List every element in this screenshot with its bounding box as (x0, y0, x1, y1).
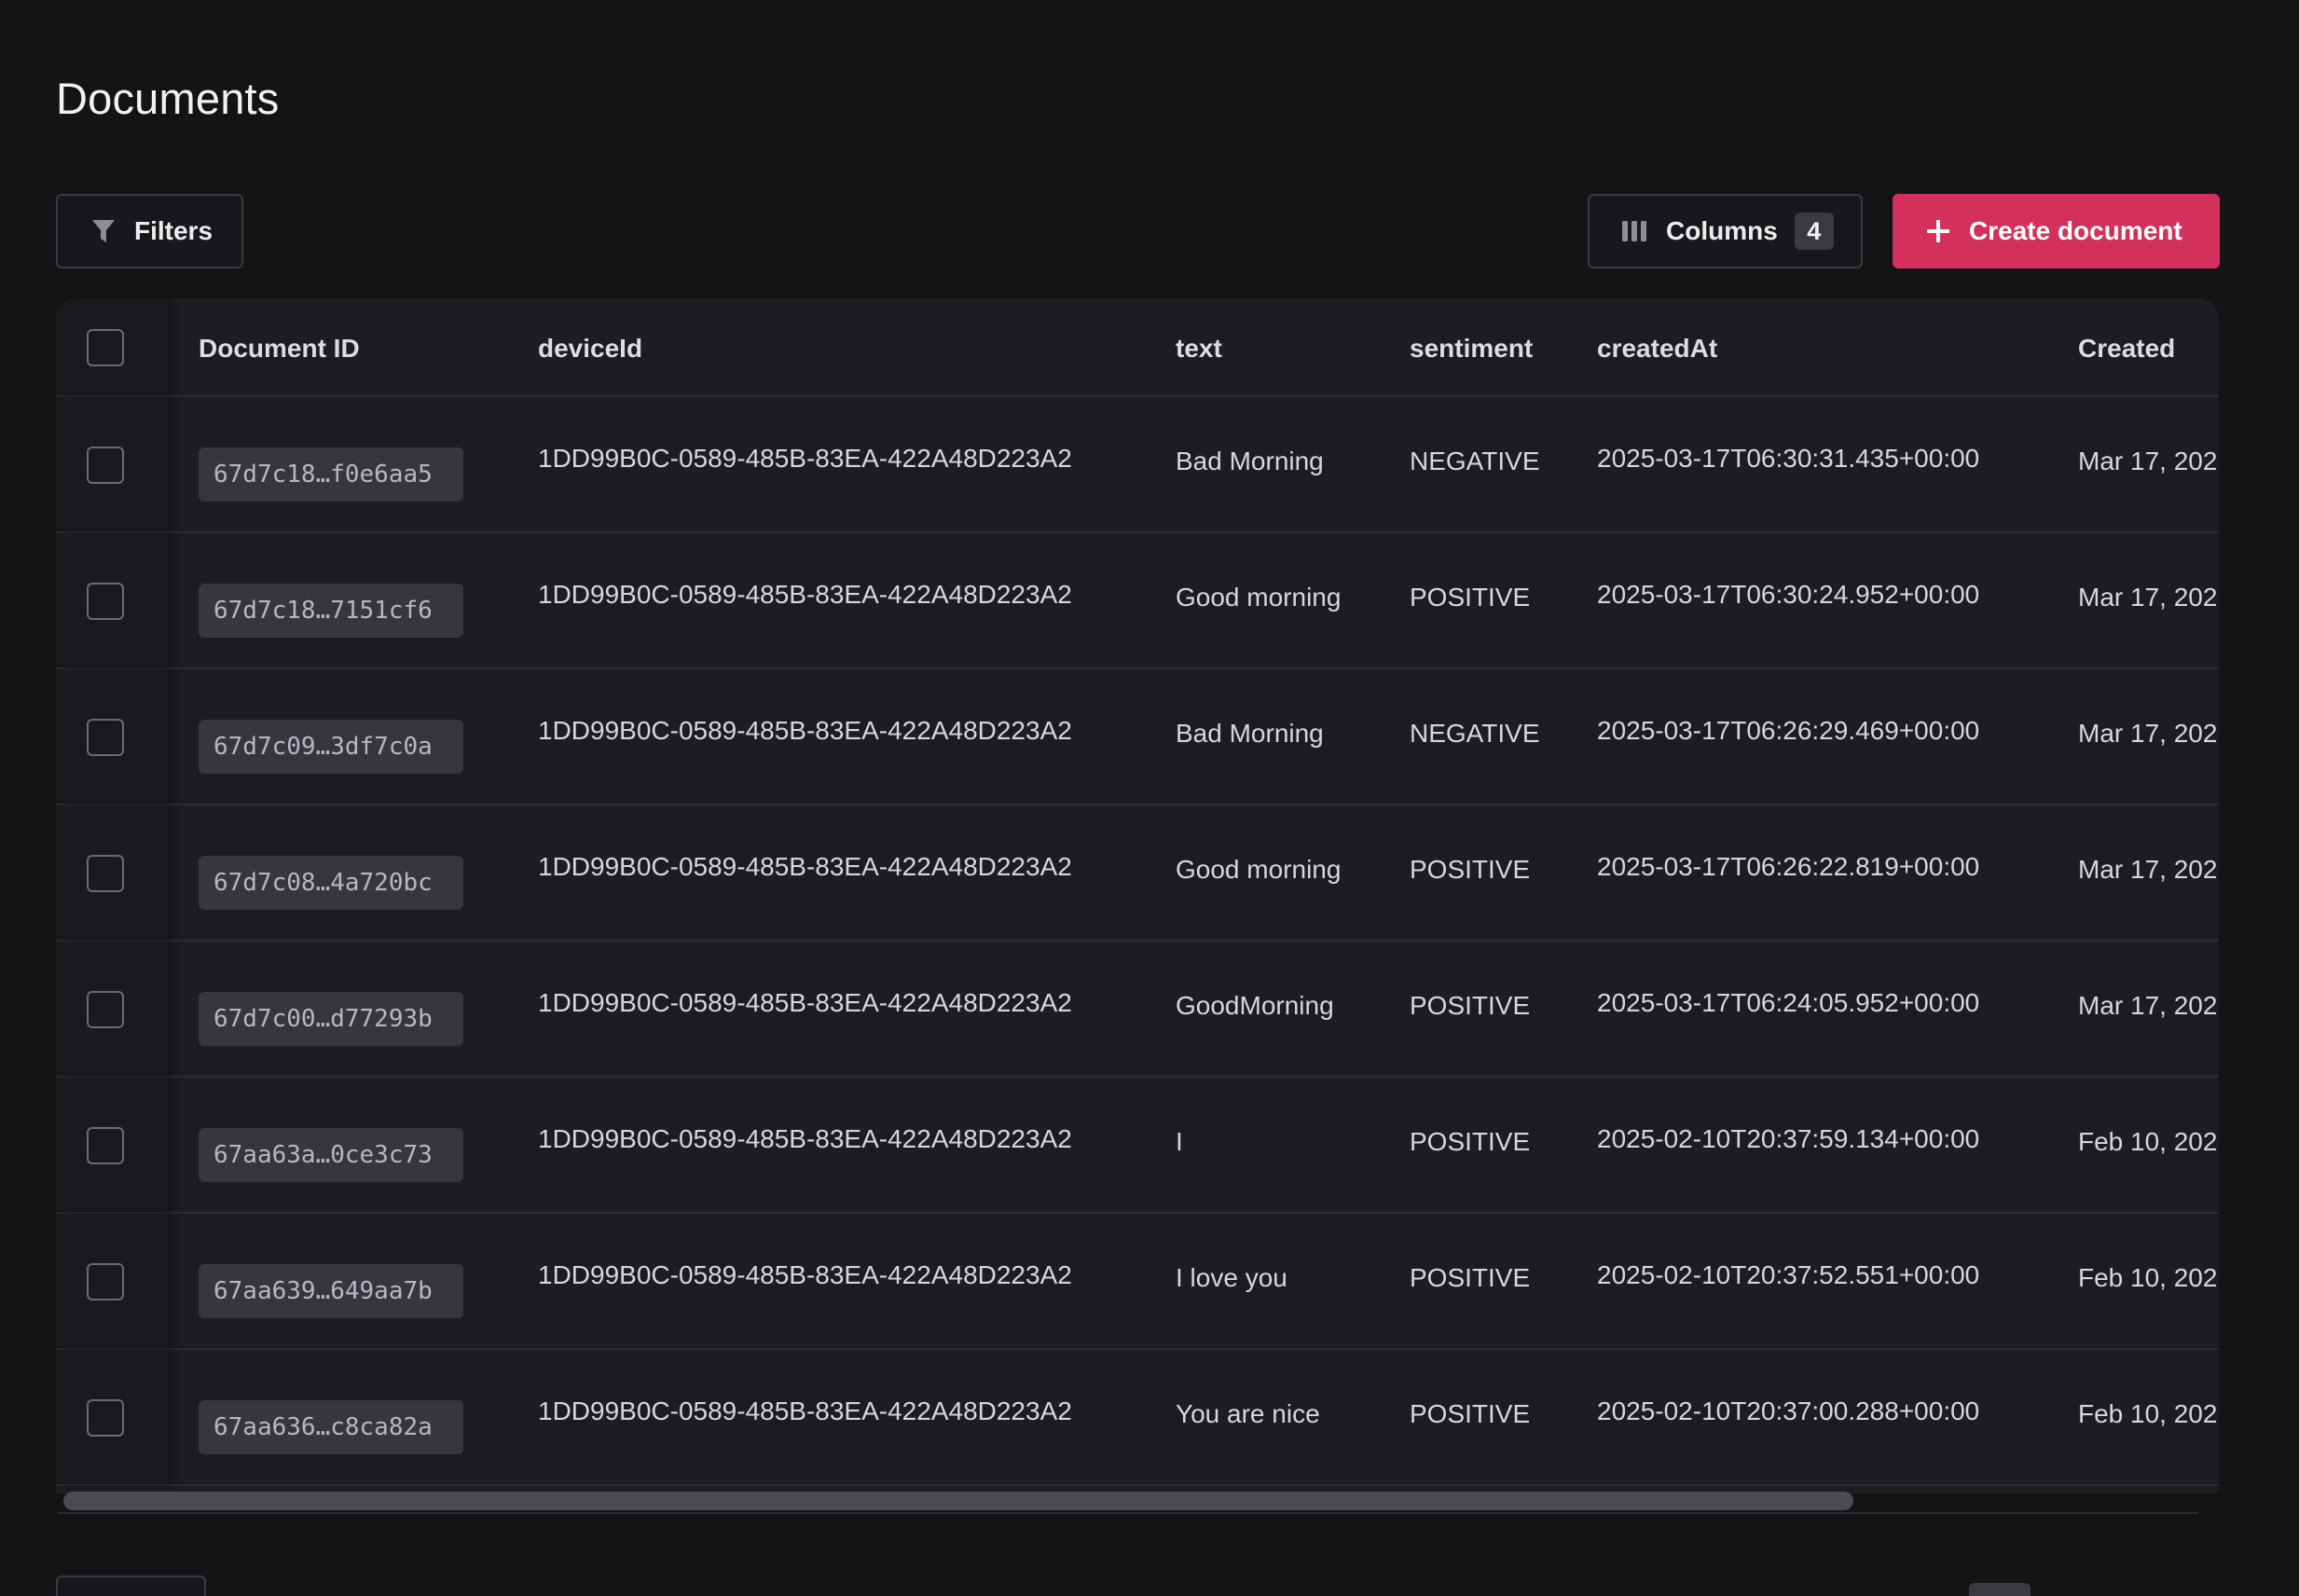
column-header-document-id[interactable]: Document ID (199, 334, 360, 364)
cell-text: I (1176, 1127, 1183, 1156)
page-title: Documents (56, 74, 280, 123)
document-id-chip[interactable]: 67d7c18…7151cf6 (199, 584, 463, 638)
row-checkbox[interactable] (87, 1263, 124, 1300)
plus-icon (1926, 219, 1950, 243)
cell-text: Bad Morning (1176, 719, 1324, 748)
documents-table: Document ID deviceId text sentiment crea… (56, 298, 2219, 1493)
document-id-chip[interactable]: 67d7c00…d77293b (199, 992, 463, 1046)
cell-created: Feb 10, 202 (2078, 1127, 2218, 1156)
row-select-cell (56, 397, 168, 531)
column-header-device-id[interactable]: deviceId (538, 334, 642, 364)
cell-device-id: 1DD99B0C-0589-485B-83EA-422A48D223A2 (538, 580, 1072, 609)
cell-sentiment: POSITIVE (1410, 991, 1531, 1020)
cell-sentiment: POSITIVE (1410, 583, 1531, 612)
table-row[interactable]: 67aa639…649aa7b 1DD99B0C-0589-485B-83EA-4… (56, 1214, 2219, 1350)
row-checkbox[interactable] (87, 855, 124, 892)
cell-device-id: 1DD99B0C-0589-485B-83EA-422A48D223A2 (538, 852, 1072, 881)
cell-sentiment: POSITIVE (1410, 1263, 1531, 1292)
row-select-cell (56, 805, 168, 940)
document-id-chip[interactable]: 67d7c08…4a720bc (199, 856, 463, 910)
cell-text: Good morning (1176, 583, 1342, 612)
select-column-header (56, 298, 168, 395)
columns-count-badge: 4 (1794, 213, 1834, 250)
cell-sentiment: POSITIVE (1410, 855, 1531, 884)
row-checkbox[interactable] (87, 1399, 124, 1437)
cell-text: Bad Morning (1176, 447, 1324, 475)
table-row[interactable]: 67d7c00…d77293b 1DD99B0C-0589-485B-83EA-4… (56, 942, 2219, 1078)
cell-device-id: 1DD99B0C-0589-485B-83EA-422A48D223A2 (538, 1124, 1072, 1153)
row-checkbox[interactable] (87, 447, 124, 484)
row-select-cell (56, 942, 168, 1076)
filters-button-label: Filters (134, 216, 213, 245)
column-header-created-at[interactable]: createdAt (1597, 334, 1717, 364)
cell-created-at: 2025-02-10T20:37:00.288+00:00 (1597, 1396, 1980, 1425)
row-checkbox[interactable] (87, 583, 124, 620)
cell-created: Feb 10, 202 (2078, 1263, 2218, 1292)
row-select-cell (56, 1214, 168, 1348)
create-document-button-label: Create document (1969, 216, 2182, 245)
cell-text: You are nice (1176, 1399, 1320, 1428)
toolbar: Filters Columns 4 Create document (56, 194, 2220, 270)
row-checkbox[interactable] (87, 719, 124, 756)
cell-sentiment: POSITIVE (1410, 1127, 1531, 1156)
cell-created: Mar 17, 202 (2078, 583, 2218, 612)
documents-page: Documents Filters Columns 4 Create docum… (0, 0, 2299, 1596)
row-select-cell (56, 1078, 168, 1212)
cell-device-id: 1DD99B0C-0589-485B-83EA-422A48D223A2 (538, 716, 1072, 745)
columns-button[interactable]: Columns 4 (1588, 194, 1863, 268)
cell-created: Mar 17, 202 (2078, 447, 2218, 475)
cell-text: Good morning (1176, 855, 1342, 884)
row-checkbox[interactable] (87, 991, 124, 1028)
horizontal-scrollbar[interactable] (58, 1492, 2198, 1514)
cell-created-at: 2025-03-17T06:26:29.469+00:00 (1597, 716, 1980, 745)
cell-created: Mar 17, 202 (2078, 991, 2218, 1020)
column-header-text[interactable]: text (1176, 334, 1222, 364)
table-row[interactable]: 67aa636…c8ca82a 1DD99B0C-0589-485B-83EA-4… (56, 1350, 2219, 1486)
document-id-chip[interactable]: 67aa636…c8ca82a (199, 1400, 463, 1454)
cell-created-at: 2025-02-10T20:37:52.551+00:00 (1597, 1260, 1980, 1289)
select-all-checkbox[interactable] (87, 329, 124, 366)
cell-sentiment: NEGATIVE (1410, 447, 1540, 475)
scrollbar-thumb[interactable] (63, 1492, 1853, 1510)
cell-created-at: 2025-03-17T06:24:05.952+00:00 (1597, 988, 1980, 1017)
cell-device-id: 1DD99B0C-0589-485B-83EA-422A48D223A2 (538, 1396, 1072, 1425)
columns-button-label: Columns (1666, 216, 1778, 245)
cell-sentiment: NEGATIVE (1410, 719, 1540, 748)
row-select-cell (56, 669, 168, 804)
table-row[interactable]: 67d7c08…4a720bc 1DD99B0C-0589-485B-83EA-4… (56, 805, 2219, 942)
table-header-row: Document ID deviceId text sentiment crea… (56, 298, 2219, 397)
document-id-chip[interactable]: 67d7c18…f0e6aa5 (199, 447, 463, 502)
document-id-chip[interactable]: 67d7c09…3df7c0a (199, 720, 463, 774)
cell-created-at: 2025-03-17T06:26:22.819+00:00 (1597, 852, 1980, 881)
document-id-chip[interactable]: 67aa63a…0ce3c73 (199, 1128, 463, 1182)
cell-created-at: 2025-03-17T06:30:24.952+00:00 (1597, 580, 1980, 609)
pagination-control[interactable] (1969, 1583, 2031, 1596)
page-size-control[interactable] (56, 1575, 206, 1596)
filters-button[interactable]: Filters (56, 194, 243, 268)
cell-sentiment: POSITIVE (1410, 1399, 1531, 1428)
create-document-button[interactable]: Create document (1893, 194, 2220, 268)
table-row[interactable]: 67d7c09…3df7c0a 1DD99B0C-0589-485B-83EA-4… (56, 669, 2219, 805)
cell-device-id: 1DD99B0C-0589-485B-83EA-422A48D223A2 (538, 988, 1072, 1017)
table-row[interactable]: 67d7c18…f0e6aa5 1DD99B0C-0589-485B-83EA-4… (56, 397, 2219, 533)
table-row[interactable]: 67d7c18…7151cf6 1DD99B0C-0589-485B-83EA-4… (56, 533, 2219, 669)
cell-created-at: 2025-02-10T20:37:59.134+00:00 (1597, 1124, 1980, 1153)
column-header-sentiment[interactable]: sentiment (1410, 334, 1533, 364)
funnel-icon (91, 218, 116, 244)
table-row[interactable]: 67aa63a…0ce3c73 1DD99B0C-0589-485B-83EA-4… (56, 1078, 2219, 1214)
cell-created: Feb 10, 202 (2078, 1399, 2218, 1428)
document-id-chip[interactable]: 67aa639…649aa7b (199, 1264, 463, 1318)
cell-device-id: 1DD99B0C-0589-485B-83EA-422A48D223A2 (538, 444, 1072, 473)
cell-text: I love you (1176, 1263, 1287, 1292)
columns-icon (1621, 220, 1647, 242)
cell-created: Mar 17, 202 (2078, 719, 2218, 748)
row-select-cell (56, 533, 168, 667)
cell-text: GoodMorning (1176, 991, 1334, 1020)
column-header-created[interactable]: Created (2078, 334, 2175, 364)
cell-created: Mar 17, 202 (2078, 855, 2218, 884)
cell-device-id: 1DD99B0C-0589-485B-83EA-422A48D223A2 (538, 1260, 1072, 1289)
row-select-cell (56, 1350, 168, 1484)
row-checkbox[interactable] (87, 1127, 124, 1164)
cell-created-at: 2025-03-17T06:30:31.435+00:00 (1597, 444, 1980, 473)
